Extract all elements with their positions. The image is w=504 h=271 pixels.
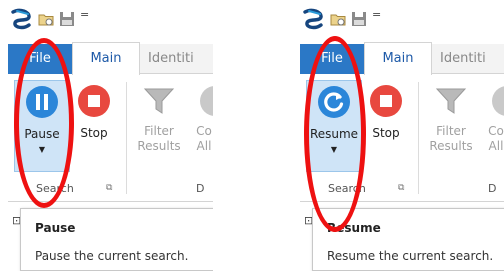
tab-identities[interactable]: Identiti [440,44,486,74]
quick-access-dropdown-icon[interactable]: = [80,8,89,21]
stop-icon [78,85,110,117]
stop-button[interactable]: Stop [70,80,118,172]
columns-button[interactable]: Co All [184,80,213,172]
stop-icon [370,85,402,117]
red-annotation-ellipse [14,38,74,208]
filter-label-line1: Filter [436,124,466,138]
title-bar: = [8,0,213,36]
filter-results-button[interactable]: Filter Results [428,80,474,172]
filter-label-line2: Results [429,139,473,153]
stop-label: Stop [80,126,108,140]
red-annotation-ellipse [304,36,366,232]
filter-label-line1: Filter [144,124,174,138]
columns-label-line1: Co [488,124,504,138]
ribbon-panel-resume: = File Main Identiti Resume ▼ Stop Filte… [300,0,504,271]
ribbon-panel-pause: = File Main Identiti Pause ▼ Stop Filter… [8,0,213,271]
filter-label-line2: Results [137,139,181,153]
tab-identities[interactable]: Identiti [148,44,194,74]
quick-access-dropdown-icon[interactable]: = [372,8,381,21]
open-folder-icon[interactable] [38,11,54,27]
open-folder-icon[interactable] [330,11,346,27]
tab-main[interactable]: Main [364,42,432,75]
app-logo-icon [11,8,31,30]
columns-label-line2: All [488,139,504,153]
dialog-launcher-icon[interactable]: ⧉ [398,183,404,193]
stop-button[interactable]: Stop [362,80,410,172]
dialog-launcher-icon[interactable]: ⧉ [106,183,112,193]
tooltip: Pause Pause the current search. [20,208,213,271]
tab-main[interactable]: Main [72,42,140,75]
title-bar: = [300,0,504,36]
stop-label: Stop [372,126,400,140]
tooltip-description: Pause the current search. [35,249,189,263]
filter-results-button[interactable]: Filter Results [136,80,182,172]
funnel-icon [435,88,467,114]
tooltip-description: Resume the current search. [327,249,494,263]
group-label-next: D [196,182,205,195]
funnel-icon [143,88,175,114]
group-separator [418,82,419,194]
tooltip-title: Pause [35,221,76,235]
group-separator [126,82,127,194]
group-label-next: D [488,182,497,195]
columns-label-line1: Co [196,124,212,138]
save-icon[interactable] [59,11,75,27]
columns-icon [492,86,504,116]
save-icon[interactable] [351,11,367,27]
columns-icon [200,86,213,116]
app-logo-icon [303,8,323,30]
columns-button[interactable]: Co All [476,80,504,172]
columns-label-line2: All [196,139,212,153]
